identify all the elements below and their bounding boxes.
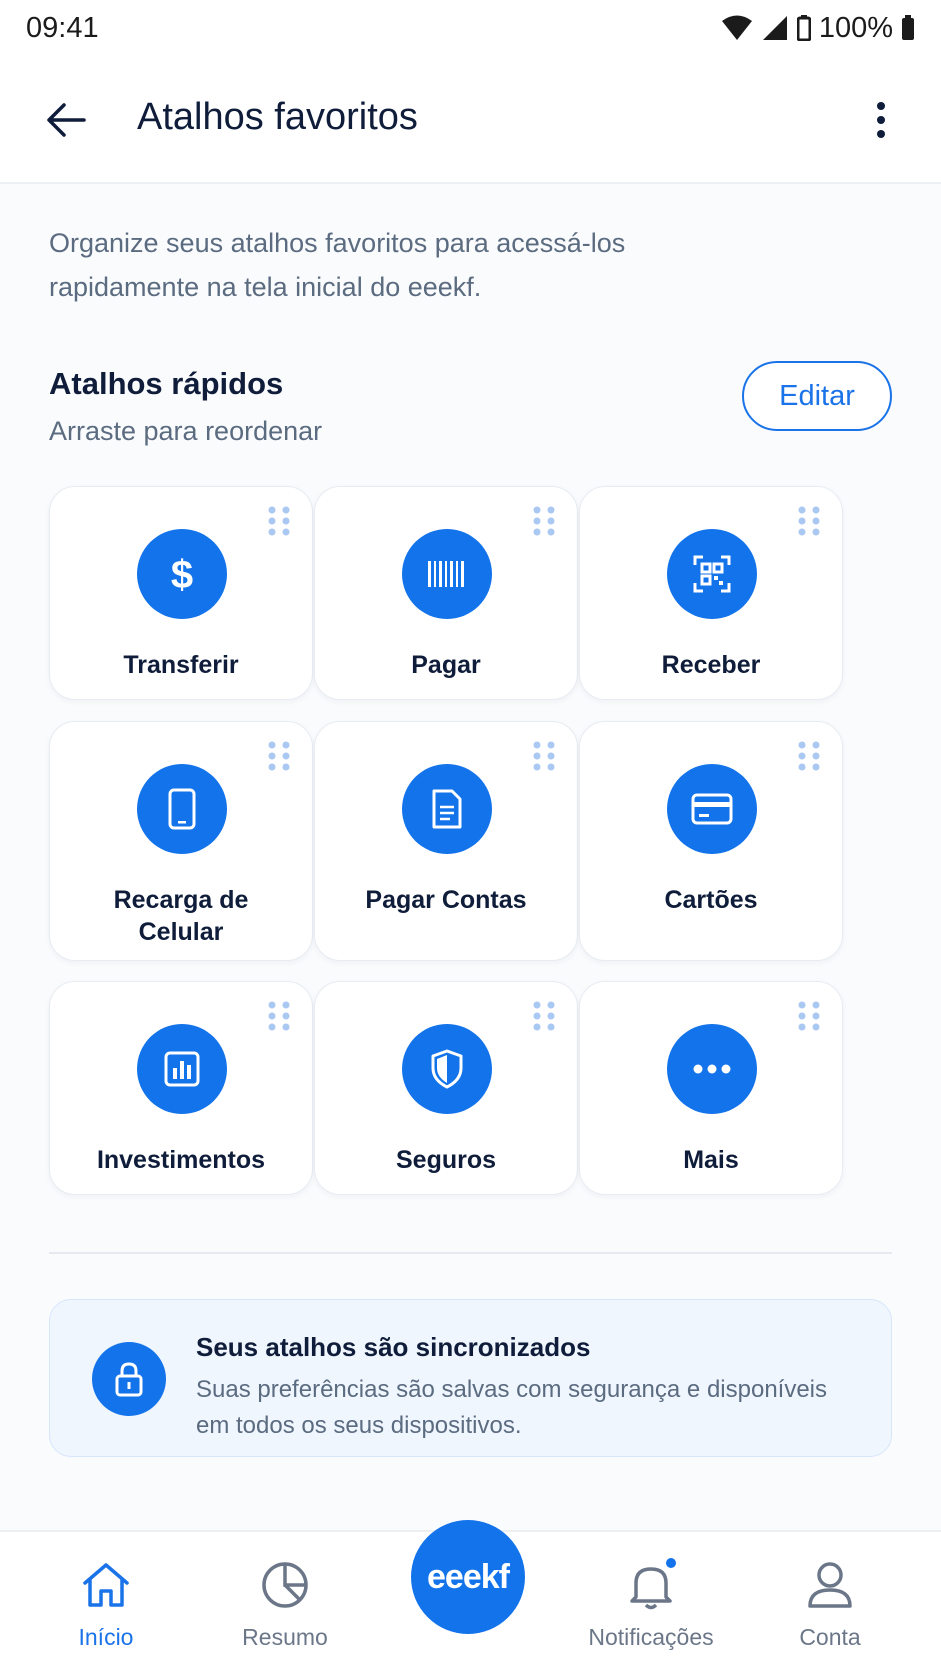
barcode-icon (402, 529, 492, 619)
nav-item-resumo[interactable]: Resumo (210, 1554, 360, 1651)
card-icon (667, 764, 757, 854)
sync-text: Suas preferências são salvas com seguran… (196, 1376, 828, 1439)
app-bar: Atalhos favoritos (0, 56, 941, 184)
shortcut-tile-receber[interactable]: Receber (579, 486, 843, 700)
drag-handle-icon[interactable] (531, 505, 557, 537)
shortcut-label: Cartões (664, 886, 758, 914)
nav-label: Notificações (588, 1624, 714, 1650)
nav-label: Conta (799, 1624, 861, 1650)
nav-label: Início (78, 1624, 134, 1650)
bottom-nav: Início Resumo eeekf Notificações Conta (0, 1520, 941, 1672)
notification-dot (664, 1556, 678, 1570)
shortcut-label: Transferir (123, 651, 239, 679)
more-vertical-icon (877, 102, 885, 138)
drag-handle-icon[interactable] (796, 740, 822, 772)
battery-small-icon (796, 15, 811, 41)
shortcut-tile-transferir[interactable]: $ Transferir (49, 486, 313, 700)
signal-icon (762, 16, 787, 40)
document-icon (402, 764, 492, 854)
sync-title: Seus atalhos são sincronizados (196, 1332, 591, 1362)
svg-text:$: $ (171, 553, 193, 597)
wifi-icon (721, 15, 752, 40)
shortcut-label: Investimentos (96, 1146, 266, 1174)
back-button[interactable] (40, 94, 92, 146)
drag-handle-icon[interactable] (266, 740, 292, 772)
drag-handle-icon[interactable] (266, 1000, 292, 1032)
drag-handle-icon[interactable] (531, 740, 557, 772)
section-subtitle: Arraste para reordenar (49, 416, 323, 446)
section-title: Atalhos rápidos (49, 366, 284, 401)
page-title: Atalhos favoritos (137, 96, 418, 138)
divider (49, 1252, 892, 1254)
nav-item-notificacoes[interactable]: Notificações (576, 1554, 726, 1651)
home-fab-button[interactable]: eeekf (411, 1520, 525, 1634)
shortcut-tile-cartoes[interactable]: Cartões (579, 721, 843, 961)
drag-handle-icon[interactable] (796, 1000, 822, 1032)
qr-code-icon (667, 529, 757, 619)
drag-handle-icon[interactable] (796, 505, 822, 537)
battery-text: 100% (818, 11, 893, 44)
shortcut-tile-mais[interactable]: Mais (579, 981, 843, 1195)
chart-icon (137, 1024, 227, 1114)
lock-icon (92, 1342, 166, 1416)
status-icons: 100% (721, 12, 915, 45)
nav-item-conta[interactable]: Conta (755, 1554, 905, 1651)
shortcut-label: Seguros (395, 1146, 497, 1174)
status-bar: 09:41 100% (0, 0, 941, 56)
shortcut-tile-investimentos[interactable]: Investimentos (49, 981, 313, 1195)
user-icon (755, 1554, 905, 1616)
sync-info-card: Seus atalhos são sincronizados Suas pref… (49, 1299, 892, 1457)
phone-icon (137, 764, 227, 854)
pie-chart-icon (210, 1554, 360, 1616)
shortcut-label: Pagar Contas (365, 886, 527, 914)
nav-label: Resumo (242, 1624, 328, 1650)
shortcut-tile-pagar-contas[interactable]: Pagar Contas (314, 721, 578, 961)
nav-item-inicio[interactable]: Início (31, 1554, 181, 1651)
shortcut-label: Mais (683, 1146, 739, 1174)
shield-icon (402, 1024, 492, 1114)
shortcut-tile-pagar[interactable]: Pagar (314, 486, 578, 700)
content: Organize seus atalhos favoritos para ace… (0, 184, 941, 1530)
dollar-icon: $ (137, 529, 227, 619)
intro-text: Organize seus atalhos favoritos para ace… (49, 228, 626, 302)
shortcut-label: Receber (661, 651, 761, 679)
more-options-button[interactable] (861, 94, 901, 146)
battery-icon (902, 15, 914, 40)
shortcut-tile-recarga[interactable]: Recarga de Celular (49, 721, 313, 961)
status-time: 09:41 (26, 11, 99, 44)
shortcut-tile-seguros[interactable]: Seguros (314, 981, 578, 1195)
shortcut-label: Pagar (411, 651, 481, 679)
drag-handle-icon[interactable] (531, 1000, 557, 1032)
shortcut-label: Recarga de Celular (113, 886, 249, 946)
more-icon (667, 1024, 757, 1114)
home-icon (31, 1554, 181, 1616)
bell-icon (576, 1554, 726, 1616)
edit-button[interactable]: Editar (742, 361, 892, 431)
drag-handle-icon[interactable] (266, 505, 292, 537)
arrow-left-icon (47, 103, 86, 137)
